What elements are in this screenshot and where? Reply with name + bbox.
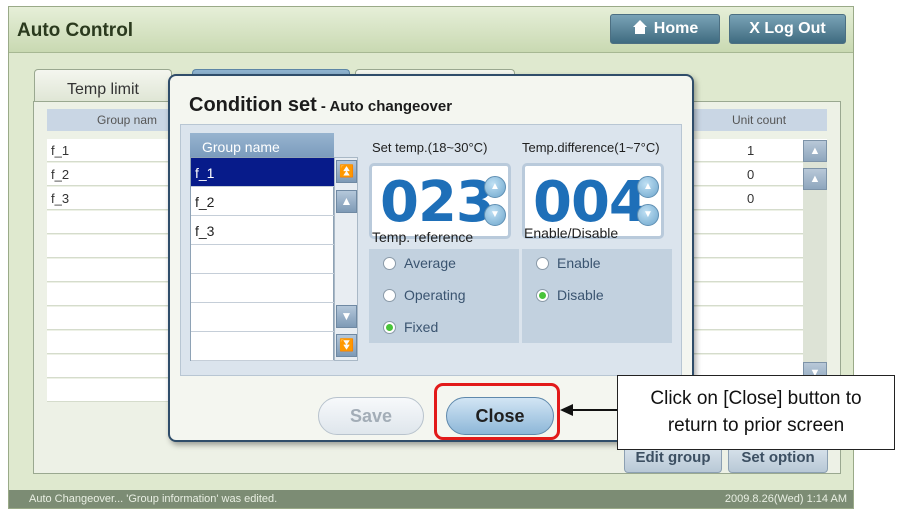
- status-message: Auto Changeover... 'Group information' w…: [29, 493, 278, 505]
- dialog-body: Group name f_1 f_2 f_3 ⏫ ▲ ▼ ⏬ Set temp.…: [180, 124, 682, 376]
- status-time: 2009.8.26(Wed) 1:14 AM: [724, 493, 847, 505]
- list-item[interactable]: [191, 303, 334, 332]
- scroll-top-icon[interactable]: ⏫: [336, 160, 357, 183]
- radio-button[interactable]: [536, 256, 549, 270]
- app-title: Auto Control: [17, 20, 134, 41]
- set-temp-stepper: 023 ▲ ▼: [369, 163, 511, 239]
- arrow-down-icon[interactable]: ▼: [484, 204, 506, 226]
- radio-button[interactable]: [383, 288, 396, 302]
- temp-reference-options: Average Operating Fixed: [369, 249, 519, 343]
- logout-button[interactable]: X Log Out: [729, 14, 846, 44]
- callout-line-2: return to prior screen: [667, 415, 845, 436]
- dialog-subtitle: - Auto changeover: [316, 98, 453, 115]
- scroll-bottom-icon[interactable]: ⏬: [336, 334, 357, 357]
- close-button-highlight: [434, 383, 560, 440]
- home-button[interactable]: Home: [610, 14, 720, 44]
- radio-disable[interactable]: Disable: [536, 287, 604, 303]
- temp-reference-label: Temp. reference: [372, 229, 474, 245]
- list-item[interactable]: [191, 274, 334, 303]
- condition-set-dialog: Condition set - Auto changeover Group na…: [168, 74, 694, 442]
- arrow-up-icon[interactable]: ▲: [484, 176, 506, 198]
- home-icon: [632, 19, 648, 40]
- list-item[interactable]: f_2: [191, 187, 334, 216]
- list-item[interactable]: [191, 245, 334, 274]
- radio-average[interactable]: Average: [383, 255, 456, 271]
- callout-line-1: Click on [Close] button to: [650, 388, 862, 409]
- dialog-title: Condition set - Auto changeover: [189, 94, 453, 116]
- table-scrollbar[interactable]: ▲ ▲ ▼: [803, 140, 827, 390]
- scroll-top-icon[interactable]: ▲: [803, 140, 827, 162]
- list-item[interactable]: f_1: [191, 158, 334, 187]
- callout-arrow-icon: [560, 404, 624, 416]
- enable-disable-options: Enable Disable: [522, 249, 672, 343]
- arrow-down-icon[interactable]: ▼: [637, 204, 659, 226]
- status-bar: Auto Changeover... 'Group information' w…: [9, 490, 853, 508]
- home-label: Home: [653, 20, 699, 37]
- instruction-callout: Click on [Close] button to return to pri…: [617, 375, 895, 450]
- tab-temp-limit[interactable]: Temp limit: [34, 69, 172, 105]
- set-temp-value: 023: [380, 170, 495, 235]
- list-item[interactable]: [191, 332, 334, 361]
- radio-button-selected[interactable]: [536, 288, 549, 302]
- title-bar: Auto Control Home X Log Out: [9, 7, 853, 53]
- scroll-down-icon[interactable]: ▼: [336, 305, 357, 328]
- radio-fixed[interactable]: Fixed: [383, 319, 438, 335]
- radio-button-selected[interactable]: [383, 320, 396, 334]
- list-item[interactable]: f_3: [191, 216, 334, 245]
- radio-operating[interactable]: Operating: [383, 287, 465, 303]
- save-button[interactable]: Save: [318, 397, 424, 435]
- temp-difference-label: Temp.difference(1~7°C): [522, 140, 660, 155]
- radio-enable[interactable]: Enable: [536, 255, 601, 271]
- set-temp-label: Set temp.(18~30°C): [372, 140, 488, 155]
- radio-button[interactable]: [383, 256, 396, 270]
- scroll-up-icon[interactable]: ▲: [336, 190, 357, 213]
- arrow-up-icon[interactable]: ▲: [637, 176, 659, 198]
- enable-disable-label: Enable/Disable: [524, 225, 619, 241]
- group-list: f_1 f_2 f_3: [190, 157, 334, 361]
- group-list-header: Group name: [190, 133, 334, 157]
- column-header-group-name: Group nam: [97, 113, 158, 127]
- group-list-scrollbar[interactable]: ⏫ ▲ ▼ ⏬: [334, 157, 358, 361]
- column-header-unit-count: Unit count: [732, 113, 787, 127]
- scroll-up-icon[interactable]: ▲: [803, 168, 827, 190]
